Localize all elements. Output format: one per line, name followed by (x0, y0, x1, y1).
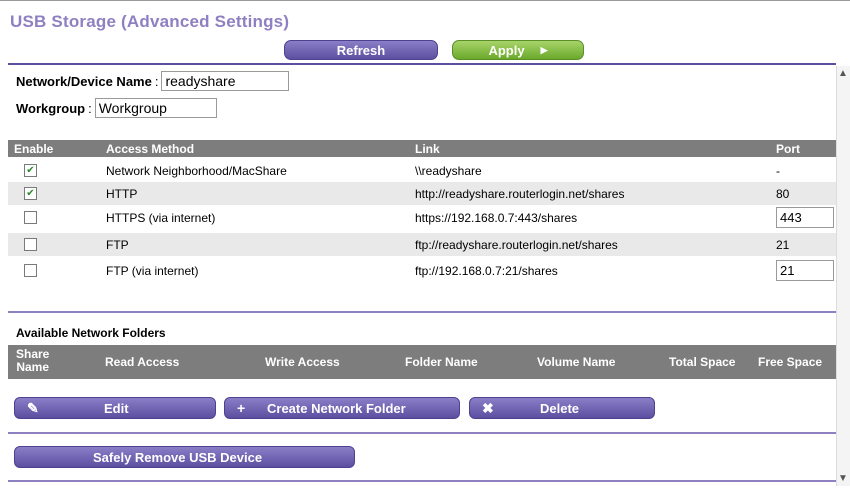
page-title: USB Storage (Advanced Settings) (10, 12, 290, 31)
access-method: FTP (106, 238, 129, 252)
table-row: FTP ftp://readyshare.routerlogin.net/sha… (8, 233, 836, 256)
access-link: https://192.168.0.7:443/shares (415, 211, 578, 225)
enable-checkbox[interactable] (24, 264, 37, 277)
section-divider (8, 432, 836, 434)
col-read-access: Read Access (105, 355, 180, 369)
table-row: FTP (via internet) ftp://192.168.0.7:21/… (8, 259, 836, 282)
device-name-input[interactable] (161, 71, 290, 91)
access-method: FTP (via internet) (106, 264, 199, 278)
table-row: ✔ HTTP http://readyshare.routerlogin.net… (8, 182, 836, 205)
access-link: ftp://192.168.0.7:21/shares (415, 264, 558, 278)
scroll-up-icon[interactable]: ▲ (838, 68, 848, 79)
x-icon: ✖ (482, 400, 494, 416)
access-link: \\readyshare (415, 164, 482, 178)
table-row: HTTPS (via internet) https://192.168.0.7… (8, 206, 836, 229)
col-link: Link (415, 142, 440, 156)
workgroup-label: Workgroup (16, 100, 86, 116)
scroll-down-icon[interactable]: ▼ (838, 473, 848, 484)
col-write-access: Write Access (265, 355, 340, 369)
col-access-method: Access Method (106, 142, 195, 156)
refresh-button[interactable]: Refresh (284, 40, 438, 60)
enable-checkbox[interactable]: ✔ (24, 187, 37, 200)
device-name-label: Network/Device Name (16, 73, 152, 89)
access-method: HTTPS (via internet) (106, 211, 216, 225)
col-folder-name: Folder Name (405, 355, 478, 369)
access-method: Network Neighborhood/MacShare (106, 164, 287, 178)
edit-button[interactable]: ✎ Edit (14, 397, 216, 419)
enable-checkbox[interactable]: ✔ (24, 164, 37, 177)
apply-button[interactable]: Apply ▶ (452, 40, 584, 60)
col-volume-name: Volume Name (537, 355, 616, 369)
section-divider (8, 311, 836, 313)
triangle-right-icon: ▶ (540, 44, 548, 55)
safely-remove-button[interactable]: Safely Remove USB Device (14, 446, 355, 468)
create-folder-button[interactable]: + Create Network Folder (224, 397, 460, 419)
delete-button[interactable]: ✖ Delete (469, 397, 655, 419)
apply-label: Apply (488, 42, 525, 58)
workgroup-row: Workgroup : (16, 98, 217, 118)
window-frame (0, 0, 850, 9)
section-divider (8, 480, 836, 482)
access-method: HTTP (106, 187, 138, 201)
plus-icon: + (237, 400, 246, 416)
col-total-space: Total Space (669, 355, 736, 369)
https-port-input[interactable] (776, 207, 834, 228)
access-link: http://readyshare.routerlogin.net/shares (415, 187, 625, 201)
access-link: ftp://readyshare.routerlogin.net/shares (415, 238, 618, 252)
vertical-scrollbar[interactable] (836, 66, 850, 486)
access-port: 21 (776, 238, 790, 252)
refresh-label: Refresh (336, 42, 386, 58)
folders-table-header: Share Name Read Access Write Access Fold… (8, 345, 836, 379)
col-enable: Enable (14, 142, 54, 156)
access-port: 80 (776, 187, 790, 201)
enable-checkbox[interactable] (24, 211, 37, 224)
col-share-name: Share Name (16, 347, 50, 374)
access-port: - (776, 164, 780, 178)
ftp-internet-port-input[interactable] (776, 260, 834, 281)
workgroup-input[interactable] (94, 98, 217, 118)
pencil-icon: ✎ (27, 400, 39, 416)
access-table-header: Enable Access Method Link Port (8, 140, 836, 157)
device-name-row: Network/Device Name : (16, 71, 290, 91)
col-free-space: Free Space (758, 355, 823, 369)
table-row: ✔ Network Neighborhood/MacShare \\readys… (8, 159, 836, 182)
enable-checkbox[interactable] (24, 238, 37, 251)
col-port: Port (776, 142, 800, 156)
header-divider (8, 63, 836, 65)
folders-title: Available Network Folders (16, 326, 166, 340)
